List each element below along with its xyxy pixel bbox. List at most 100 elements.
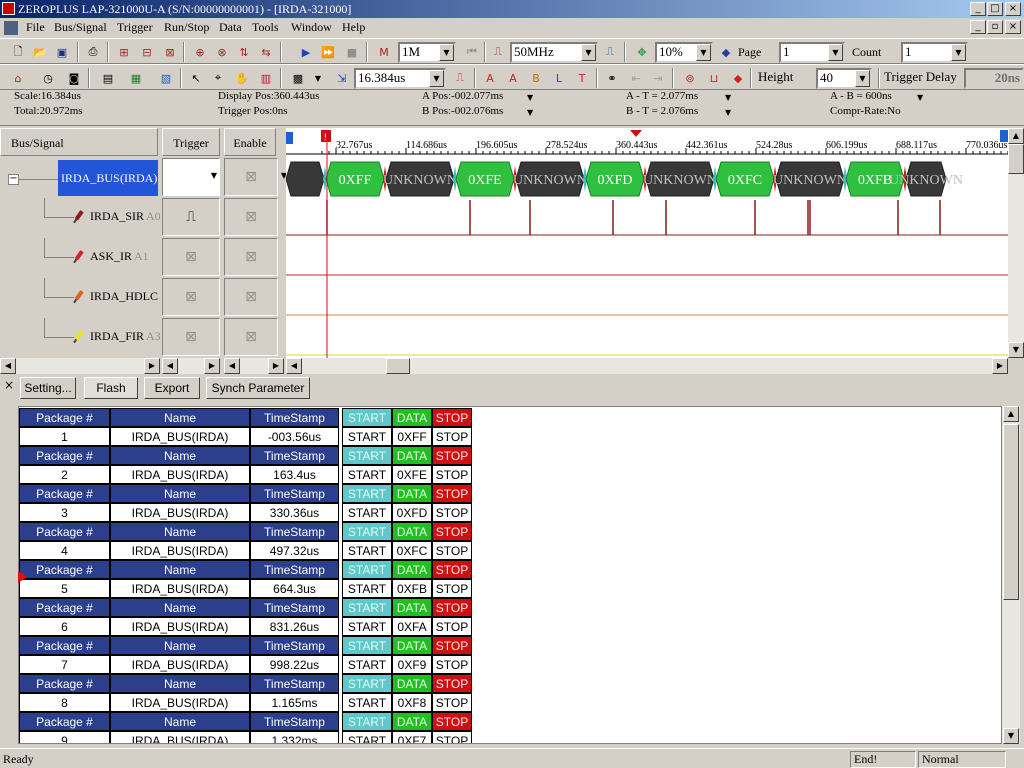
signal-add-icon[interactable]: ⊕ bbox=[190, 42, 210, 62]
hand-icon[interactable]: ✋ bbox=[232, 68, 252, 88]
clock-icon[interactable]: ◷ bbox=[38, 68, 58, 88]
menu-bus-signal[interactable]: Bus/Signal bbox=[54, 20, 107, 35]
scale-select[interactable]: 16.384us ▼ bbox=[354, 68, 446, 89]
signal-remove-icon[interactable]: ⊗ bbox=[212, 42, 232, 62]
waveform-vertical-scrollbar[interactable]: ▲ ▼ bbox=[1008, 128, 1024, 358]
page-icon[interactable]: ◆ bbox=[716, 42, 736, 62]
synch-parameter-button[interactable]: Synch Parameter bbox=[206, 377, 310, 399]
search-prev-icon[interactable]: ⇤ bbox=[626, 68, 646, 88]
new-file-icon[interactable]: 🗋 bbox=[8, 42, 28, 62]
search-next-icon[interactable]: ⇥ bbox=[648, 68, 668, 88]
home-icon[interactable]: ⌂ bbox=[8, 68, 28, 88]
document-icon[interactable] bbox=[4, 21, 18, 35]
menu-trigger[interactable]: Trigger bbox=[117, 20, 153, 35]
packet-row[interactable]: Package #9 Name IRDA_BUS(IRDA) TimeStamp 1.3… bbox=[19, 712, 475, 743]
b-t-dropdown-icon[interactable]: ▼ bbox=[725, 108, 731, 117]
memory-icon[interactable]: M bbox=[374, 42, 394, 62]
enable-checkbox[interactable]: ⊠ bbox=[224, 278, 278, 316]
print-icon[interactable]: ⎙ bbox=[83, 42, 103, 62]
bus-ungroup-icon[interactable]: ⊠ bbox=[160, 42, 180, 62]
trigger-dontcare-icon[interactable]: ⊠ bbox=[162, 238, 220, 276]
setting-button[interactable]: Setting... bbox=[20, 377, 76, 399]
bus-trigger-icon[interactable]: ⊔ bbox=[704, 68, 724, 88]
panel-close-icon[interactable]: × bbox=[4, 378, 14, 392]
state-list-icon[interactable]: ▤ bbox=[98, 68, 118, 88]
select-icon[interactable]: ⌖ bbox=[208, 68, 228, 88]
signal-row-irda-hdlc[interactable]: IRDA_HDLC bbox=[0, 278, 160, 318]
collapse-icon[interactable]: − bbox=[8, 174, 19, 185]
signal-color-icon[interactable]: ◆ bbox=[728, 68, 748, 88]
waveform-display[interactable]: 32.767us 114.686us 196.605us 278.524us 360.4… bbox=[286, 128, 1008, 358]
packet-row[interactable]: Package #7 Name IRDA_BUS(IRDA) TimeStamp 998… bbox=[19, 636, 475, 674]
compression-icon[interactable]: ⎍ bbox=[600, 42, 620, 62]
packet-list[interactable]: Package #1 Name IRDA_BUS(IRDA) TimeStamp -00… bbox=[18, 406, 1002, 744]
cursor-ax-bar-icon[interactable]: A bbox=[503, 68, 523, 88]
b-pos-dropdown-icon[interactable]: ▼ bbox=[527, 108, 533, 117]
signal-rename-icon[interactable]: ⇆ bbox=[256, 42, 276, 62]
run-icon[interactable]: ▶ bbox=[296, 42, 316, 62]
a-b-dropdown-icon[interactable]: ▼ bbox=[917, 93, 923, 102]
menu-window[interactable]: Window bbox=[291, 20, 332, 35]
minimize-button[interactable]: _ bbox=[970, 2, 986, 16]
enable-checkbox[interactable]: ⊠ bbox=[224, 198, 278, 236]
waveform-view-icon[interactable]: ▧ bbox=[156, 68, 176, 88]
trigger-edge-icon[interactable]: ⎍ bbox=[450, 68, 470, 88]
export-button[interactable]: Export bbox=[144, 377, 200, 399]
packet-row[interactable]: Package #8 Name IRDA_BUS(IRDA) TimeStamp 1.1… bbox=[19, 674, 475, 712]
waveform-horizontal-scrollbar[interactable]: ◀ ▶ bbox=[286, 358, 1008, 374]
enable-bus-checkbox[interactable]: ⊠ ▼ bbox=[224, 158, 287, 196]
open-folder-icon[interactable]: 📂 bbox=[30, 42, 50, 62]
a-t-dropdown-icon[interactable]: ▼ bbox=[725, 93, 731, 102]
waveform-canvas[interactable]: 32.767us 114.686us 196.605us 278.524us 360.4… bbox=[286, 128, 1008, 358]
cursor-a-bar-icon[interactable]: A bbox=[480, 68, 500, 88]
page-select[interactable]: 1 ▼ bbox=[779, 42, 845, 63]
flash-button[interactable]: Flash bbox=[84, 377, 138, 399]
packet-row[interactable]: Package #6 Name IRDA_BUS(IRDA) TimeStamp 831… bbox=[19, 598, 475, 636]
packet-row[interactable]: Package #1 Name IRDA_BUS(IRDA) TimeStamp -00… bbox=[19, 408, 475, 446]
close-button[interactable]: × bbox=[1005, 2, 1021, 16]
cursor-b-bar-icon[interactable]: B bbox=[526, 68, 546, 88]
enable-checkbox[interactable]: ⊠ bbox=[224, 318, 278, 356]
enable-checkbox[interactable]: ⊠ bbox=[224, 238, 278, 276]
pointer-icon[interactable]: ↖ bbox=[186, 68, 206, 88]
signal-move-icon[interactable]: ⇅ bbox=[234, 42, 254, 62]
packet-row[interactable]: Package #5 Name IRDA_BUS(IRDA) TimeStamp 664… bbox=[19, 560, 475, 598]
trigger-position-icon[interactable]: ✥ bbox=[632, 42, 652, 62]
trigger-panel-scrollbar[interactable]: ◀ ▶ bbox=[162, 358, 220, 374]
trigger-position-select[interactable]: 10% ▼ bbox=[655, 42, 713, 63]
sample-rate-select[interactable]: 50MHz ▼ bbox=[510, 42, 598, 63]
signal-row-ask-ir[interactable]: ASK_IR A1 bbox=[0, 238, 160, 278]
maximize-button[interactable]: □ bbox=[987, 2, 1003, 16]
menu-help[interactable]: Help bbox=[342, 20, 365, 35]
memory-depth-select[interactable]: 1M ▼ bbox=[398, 42, 456, 63]
height-select[interactable]: 40 ▼ bbox=[816, 68, 872, 89]
child-restore-button[interactable]: ▫ bbox=[987, 20, 1003, 34]
save-icon[interactable]: ▣ bbox=[52, 42, 72, 62]
trigger-dontcare-icon[interactable]: ⊠ bbox=[162, 278, 220, 316]
signal-row-irda-sir[interactable]: IRDA_SIR A0 bbox=[0, 198, 161, 238]
protocol-list-icon[interactable]: ▦ bbox=[126, 68, 146, 88]
sample-rate-icon[interactable]: ⎍ bbox=[488, 42, 508, 62]
run-repeat-icon[interactable]: ⏩ bbox=[318, 42, 338, 62]
menu-file[interactable]: File bbox=[26, 20, 45, 35]
enable-panel-scrollbar[interactable]: ◀ ▶ bbox=[224, 358, 284, 374]
cursor-t-bar-icon[interactable]: T bbox=[572, 68, 592, 88]
trigger-delay-field[interactable]: 20ns bbox=[964, 68, 1024, 89]
prev-icon[interactable]: ⏮ bbox=[462, 42, 482, 62]
packet-row[interactable]: Package #3 Name IRDA_BUS(IRDA) TimeStamp 330… bbox=[19, 484, 475, 522]
trigger-rising-edge-icon[interactable]: ⎍ bbox=[162, 198, 220, 236]
a-pos-dropdown-icon[interactable]: ▼ bbox=[527, 93, 533, 102]
trigger-dontcare-icon[interactable]: ⊠ bbox=[162, 318, 220, 356]
menu-run-stop[interactable]: Run/Stop bbox=[164, 20, 209, 35]
camera-icon[interactable]: ◙ bbox=[64, 68, 84, 88]
stop-icon[interactable]: ■ bbox=[342, 42, 362, 62]
packet-row[interactable]: Package #4 Name IRDA_BUS(IRDA) TimeStamp 497… bbox=[19, 522, 475, 560]
cursor-l-bar-icon[interactable]: L bbox=[549, 68, 569, 88]
packet-row[interactable]: Package #2 Name IRDA_BUS(IRDA) TimeStamp 163… bbox=[19, 446, 475, 484]
child-close-button[interactable]: × bbox=[1005, 20, 1021, 34]
child-minimize-button[interactable]: _ bbox=[970, 20, 986, 34]
bus-group-icon[interactable]: ⊟ bbox=[137, 42, 157, 62]
packet-list-scrollbar[interactable]: ▲ ▼ bbox=[1002, 406, 1020, 744]
signal-row-irda-bus[interactable]: − IRDA_BUS (IRDA) bbox=[0, 158, 160, 198]
binoculars-icon[interactable]: ⚭ bbox=[602, 68, 622, 88]
